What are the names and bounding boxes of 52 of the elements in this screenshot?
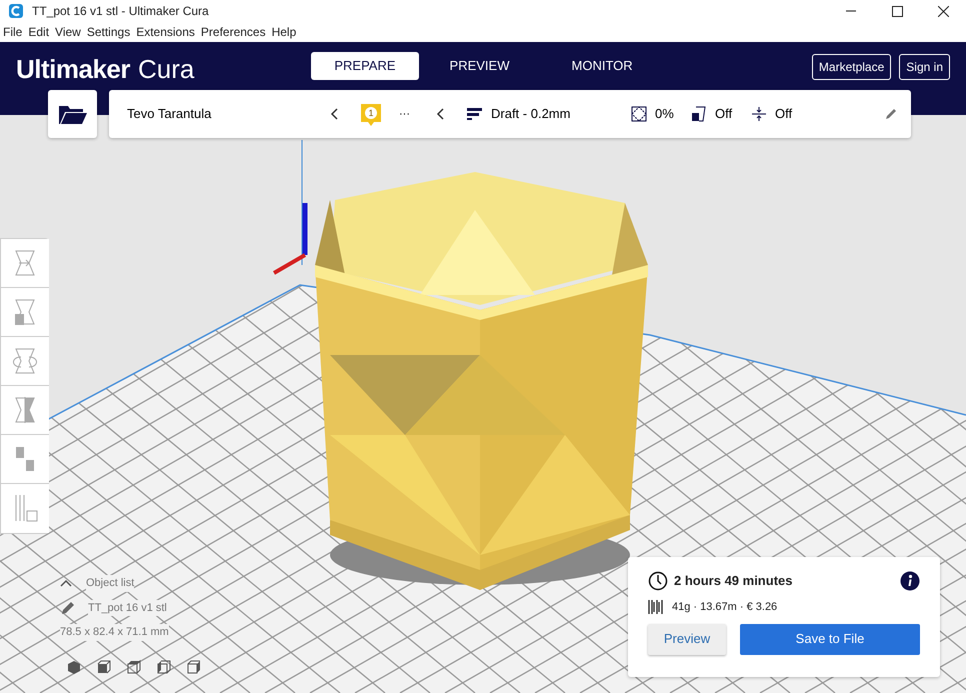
stage-tab[interactable]: PREPARE — [311, 52, 419, 80]
chevron-icon — [329, 106, 339, 122]
pencil-icon — [60, 600, 76, 616]
maximize-icon — [892, 6, 902, 16]
right-view-button[interactable] — [186, 658, 202, 674]
printer-selector[interactable]: Tevo Tarantula — [109, 90, 349, 138]
object-dimensions: 78.5 x 82.4 x 71.1 mm — [60, 624, 169, 640]
info-icon — [900, 571, 920, 591]
infill-icon — [631, 106, 647, 122]
menu-item[interactable]: Extensions — [133, 23, 198, 41]
extruder-badge: 1 — [359, 102, 383, 126]
pencil-icon — [883, 106, 899, 122]
filament-icon — [648, 599, 664, 616]
window-title: TT_pot 16 v1 stl - Ultimaker Cura — [32, 3, 210, 20]
cube-icon — [186, 658, 202, 674]
menu-item[interactable]: File — [0, 23, 26, 41]
top-view-button[interactable] — [126, 658, 142, 674]
profile-icon — [467, 106, 483, 122]
logo-brand: Ultimaker — [16, 53, 130, 86]
extruder-selector[interactable]: 1 ··· — [349, 90, 455, 138]
cube-icon — [66, 658, 82, 674]
cube-icon — [96, 658, 112, 674]
cube-icon — [126, 658, 142, 674]
save-to-file-button[interactable]: Save to File — [740, 624, 920, 654]
header-button[interactable]: Marketplace — [812, 54, 892, 80]
stage-tab[interactable]: MONITOR — [548, 52, 656, 80]
close-icon — [938, 6, 948, 16]
clock-icon — [648, 571, 668, 591]
preview-button[interactable]: Preview — [648, 624, 726, 654]
front-view-button[interactable] — [96, 658, 112, 674]
left-view-button[interactable] — [156, 658, 172, 674]
chevron-icon — [435, 106, 445, 122]
info-button[interactable] — [900, 571, 920, 591]
app-icon — [8, 3, 24, 19]
header-button[interactable]: Sign in — [899, 54, 950, 80]
menu-item[interactable]: View — [52, 23, 84, 41]
menu-item[interactable]: Preferences — [198, 23, 269, 41]
support-icon — [691, 106, 707, 122]
object-name: TT_pot 16 v1 stl — [88, 600, 167, 616]
logo-product: Cura — [138, 53, 194, 86]
perspective-view-button[interactable] — [66, 658, 82, 674]
menu-item[interactable]: Help — [268, 23, 300, 41]
print-material-cost: 41g · 13.67m · € 3.26 — [672, 600, 778, 615]
menu-item[interactable]: Settings — [84, 23, 134, 41]
cube-icon — [156, 658, 172, 674]
stage-tab[interactable]: PREVIEW — [426, 52, 532, 80]
adhesion-icon — [751, 106, 767, 122]
print-time: 2 hours 49 minutes — [674, 572, 792, 590]
open-file-button[interactable] — [48, 90, 97, 138]
print-setup-selector[interactable]: Draft - 0.2mm 0% Off Off — [455, 90, 911, 138]
folder-icon — [58, 103, 88, 125]
menu-item[interactable]: Edit — [25, 23, 52, 41]
